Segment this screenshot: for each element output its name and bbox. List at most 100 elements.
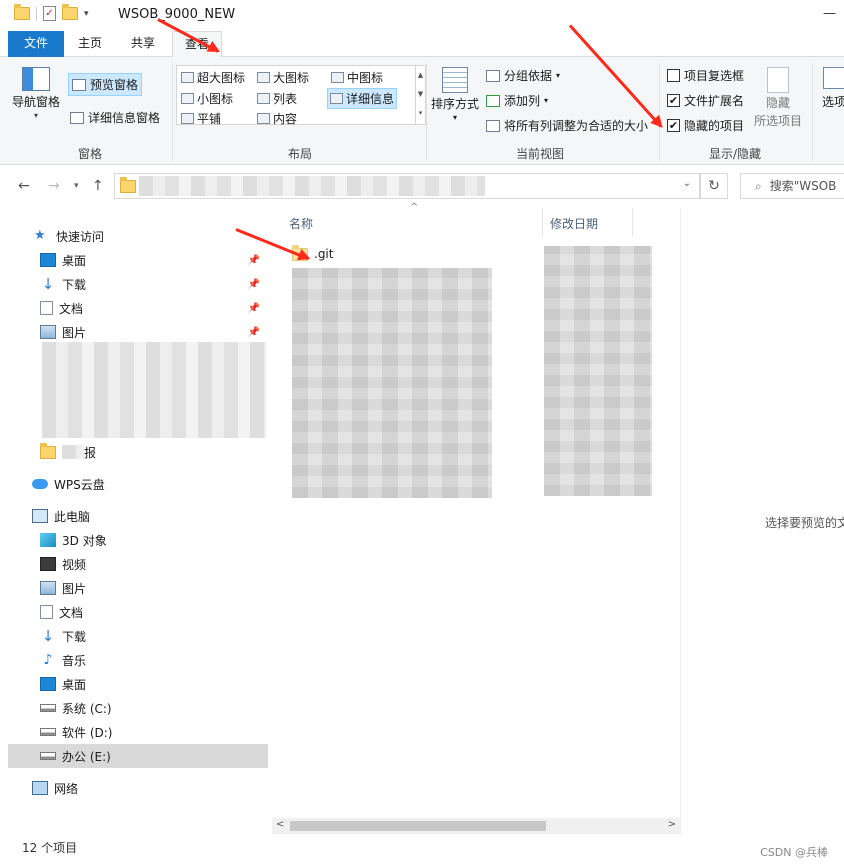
sidebar-item-quick-access[interactable]: ★ 快速访问	[8, 224, 268, 248]
add-column-label: 添加列	[504, 94, 541, 108]
details-pane-icon	[70, 111, 84, 124]
sidebar-item-downloads[interactable]: ↓ 下载 📌	[8, 272, 268, 296]
details-pane-button[interactable]: 详细信息窗格	[70, 109, 160, 126]
item-checkboxes-option[interactable]: 项目复选框	[667, 67, 744, 84]
sidebar-item-pc-downloads[interactable]: ↓ 下载	[8, 624, 268, 648]
drive-icon	[40, 752, 56, 760]
title-bar: ✓ ▾ WSOB_9000_NEW —	[0, 0, 844, 31]
layout-small-icons[interactable]: 小图标	[181, 90, 233, 107]
navigation-pane-label: 导航窗格	[12, 95, 61, 109]
pin-icon[interactable]: 📌	[248, 327, 260, 338]
sidebar-item-pictures[interactable]: 图片 📌	[8, 320, 268, 344]
tab-share[interactable]: 共享	[120, 31, 166, 57]
pictures-icon	[40, 581, 56, 595]
sidebar-item-pc-pictures[interactable]: 图片	[8, 576, 268, 600]
tab-home[interactable]: 主页	[68, 31, 112, 57]
preview-pane-button[interactable]: 预览窗格	[68, 73, 143, 96]
hide-selected-button[interactable]: 隐藏 所选项目	[754, 67, 802, 129]
minimize-button[interactable]: —	[823, 6, 836, 21]
group-by-icon	[486, 69, 500, 82]
hidden-items-checkbox[interactable]: ✔	[667, 119, 680, 132]
group-by-label: 分组依据	[504, 69, 553, 83]
recent-locations-chevron-icon[interactable]: ▾	[74, 181, 79, 191]
chevron-down-icon: ▾	[34, 111, 39, 120]
search-input[interactable]: ⌕ 搜索"WSOB	[740, 173, 844, 199]
sidebar-item-label: 快速访问	[56, 229, 105, 244]
item-checkboxes-checkbox[interactable]	[667, 69, 680, 82]
add-column-button[interactable]: 添加列 ▾	[486, 92, 548, 109]
chevron-down-icon: ▾	[556, 71, 561, 80]
cloud-icon	[32, 479, 48, 489]
sidebar-item-label: 下载	[62, 277, 87, 292]
scrollbar-thumb[interactable]	[290, 821, 546, 831]
file-extensions-checkbox[interactable]: ✔	[667, 94, 680, 107]
scroll-left-icon[interactable]: <	[276, 819, 284, 830]
options-button[interactable]: 选项	[822, 67, 844, 110]
chevron-down-icon[interactable]: ⌄	[683, 178, 691, 189]
sidebar-item-desktop[interactable]: 桌面 📌	[8, 248, 268, 272]
refresh-button[interactable]: ↻	[700, 173, 728, 199]
layout-group-label: 布局	[287, 147, 312, 161]
address-field[interactable]: ⌄	[114, 173, 700, 199]
details-pane-label: 详细信息窗格	[88, 111, 161, 125]
hide-selected-label-1: 隐藏	[766, 96, 791, 110]
options-icon	[823, 67, 844, 89]
column-header-name[interactable]: 名称	[289, 215, 313, 232]
group-by-button[interactable]: 分组依据 ▾	[486, 67, 560, 84]
column-header-modified[interactable]: 修改日期	[550, 215, 598, 232]
column-divider[interactable]	[542, 208, 543, 236]
sidebar-item-videos[interactable]: 视频	[8, 552, 268, 576]
new-folder-icon[interactable]	[62, 4, 78, 20]
sidebar-item-label: 网络	[54, 781, 79, 796]
sidebar-item-drive-e[interactable]: 办公 (E:)	[8, 744, 268, 768]
sidebar-item-this-pc[interactable]: 此电脑	[8, 504, 268, 528]
sidebar-item-label: 桌面	[62, 677, 87, 692]
layout-extra-large-icons[interactable]: 超大图标	[181, 69, 245, 86]
layout-tiles[interactable]: 平铺	[181, 110, 221, 127]
divider	[36, 6, 37, 21]
large-icons-icon	[257, 72, 270, 83]
scroll-right-icon[interactable]: >	[668, 819, 676, 830]
download-icon: ↓	[41, 627, 55, 645]
sidebar-item-network[interactable]: 网络	[8, 776, 268, 800]
sidebar-item-label: 桌面	[62, 253, 87, 268]
sort-by-button[interactable]: 排序方式 ▾	[431, 67, 479, 122]
quick-access-toolbar: ✓ ▾	[14, 4, 89, 21]
layout-list[interactable]: 列表	[257, 90, 297, 107]
properties-icon[interactable]: ✓	[43, 6, 56, 21]
sidebar-item-documents[interactable]: 文档 📌	[8, 296, 268, 320]
small-icons-icon	[181, 93, 194, 104]
layout-label: 大图标	[273, 71, 310, 85]
pin-icon[interactable]: 📌	[248, 255, 260, 266]
layout-large-icons[interactable]: 大图标	[257, 69, 309, 86]
sidebar-item-drive-c[interactable]: 系统 (C:)	[8, 696, 268, 720]
column-divider[interactable]	[632, 208, 633, 236]
horizontal-scrollbar[interactable]: < >	[272, 818, 680, 834]
pin-icon[interactable]: 📌	[248, 279, 260, 290]
layout-label: 超大图标	[197, 71, 246, 85]
fit-columns-button[interactable]: 将所有列调整为合适的大小	[486, 117, 648, 134]
sidebar-item-drive-d[interactable]: 软件 (D:)	[8, 720, 268, 744]
redacted-text	[62, 445, 84, 459]
forward-arrow-icon[interactable]: →	[48, 178, 60, 194]
layout-medium-icons[interactable]: 中图标	[331, 69, 383, 86]
back-arrow-icon[interactable]: ←	[18, 178, 30, 194]
sidebar-item-3d-objects[interactable]: 3D 对象	[8, 528, 268, 552]
layout-label: 详细信息	[346, 92, 395, 106]
layout-scroll-buttons[interactable]: ▲ ▼ ▾	[416, 65, 426, 125]
sidebar-item-folder[interactable]: 报	[8, 440, 268, 464]
sidebar-item-pc-desktop[interactable]: 桌面	[8, 672, 268, 696]
up-arrow-icon[interactable]: ↑	[92, 178, 104, 194]
sidebar-item-music[interactable]: ♪ 音乐	[8, 648, 268, 672]
layout-details[interactable]: 详细信息	[327, 88, 398, 109]
sidebar-item-wps-cloud[interactable]: WPS云盘	[8, 472, 268, 496]
file-extensions-option[interactable]: ✔ 文件扩展名	[667, 92, 744, 109]
tab-file[interactable]: 文件	[8, 31, 64, 57]
chevron-down-icon: ▾	[453, 113, 458, 122]
pin-icon[interactable]: 📌	[248, 303, 260, 314]
hidden-items-option[interactable]: ✔ 隐藏的项目	[667, 117, 744, 134]
customize-qat-icon[interactable]: ▾	[84, 9, 89, 19]
navigation-pane-button[interactable]: 导航窗格 ▾	[12, 67, 60, 120]
sidebar-item-pc-documents[interactable]: 文档	[8, 600, 268, 624]
layout-content[interactable]: 内容	[257, 110, 297, 127]
